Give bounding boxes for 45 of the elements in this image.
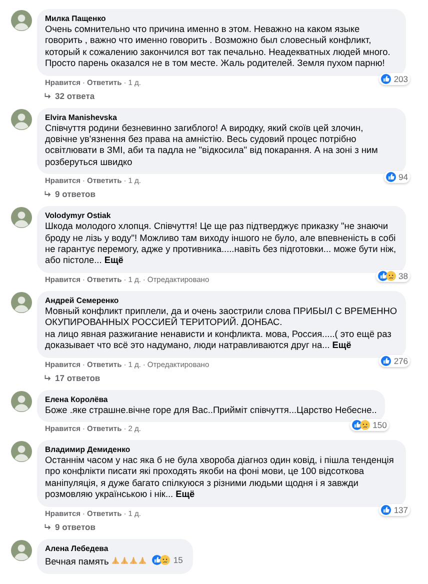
like-reaction-icon [352,420,362,430]
replies-link[interactable]: 32 ответа [37,88,95,102]
avatar-icon [11,108,32,130]
avatar-icon [11,292,32,313]
avatar-icon [11,207,32,228]
comment-text: Боже .яке страшне.вічне горе для Вас..Прийміт співчуття...Царство Небесне.. [45,404,377,416]
sad-reaction-icon [386,270,396,281]
see-more-link[interactable]: Ещё [176,489,195,500]
avatar-icon [11,440,32,462]
praying-hands-icon [129,556,138,566]
sad-reaction-icon [160,555,170,566]
reply-arrow-icon [43,190,52,200]
praying-hands-icon [120,556,130,566]
reaction-summary[interactable]: 38 [376,270,410,282]
comment-text: Останнім часом у нас яка б не була хвороба діагноз один ковід, і пішла тенденція про конфлікти писати які проходять якоби на фоні мови, це 100 відсоткова маніпуляція, я дуже багато спілкуюся з різними людьми щодня і я завжди розмовляю українською і нік... Ещё [45,454,395,501]
like-reaction-icon [380,356,391,366]
avatar-icon [11,540,32,561]
reaction-summary[interactable]: 94 [384,171,410,184]
comment-text: Мовный конфликт приплели, да и очень заострили слова ПРИБЫЛ С ВРЕМЕННО ОКУПИРОВАННЫХ РОССИЕЙ ТЕРИТОРИЙ. ДОНБАС. на лицо явная разжигание ненависти и конфликта. мова, Россия.....( это ещё раз доказывает что всё это надумано, люди натравливаются друг на... Ещё [45,306,398,352]
praying-hands-icon [138,556,148,566]
reaction-summary[interactable]: 150 [350,418,389,431]
reaction-summary[interactable]: 15 [150,554,185,567]
reaction-summary[interactable]: 276 [378,354,410,366]
replies-link[interactable]: 9 ответов [37,186,96,200]
replies-link[interactable]: 9 ответов [37,518,96,533]
avatar-icon [11,390,32,412]
comment-text: Шкода молодого хлопця. Співчуття! Це ще раз підтверджує приказку "не знаючи броду не лізь у воду"! Можливо там виходу іншого не було, але впевненість в собі не гарантує перемогу, адже у противника.....навіть без підготовки... може бути ніж, або пістоле... Ещё [45,221,398,267]
sad-reaction-icon [360,420,370,430]
reaction-summary[interactable]: 203 [378,72,410,85]
avatar-icon [11,10,32,31]
like-reaction-icon [380,504,391,515]
replies-link[interactable]: 17 ответов [37,370,100,384]
reply-arrow-icon [43,374,52,382]
see-more-link[interactable]: Ещё [104,255,124,266]
reply-arrow-icon [43,522,52,532]
see-more-link[interactable]: Ещё [332,340,352,350]
like-reaction-icon [386,172,396,182]
reaction-summary[interactable]: 137 [378,504,410,516]
comment-text: Вечная память 15 [45,554,185,568]
like-reaction-icon [380,74,391,84]
reply-arrow-icon [43,92,52,101]
comment-text: Очень сомнительно что причина именно в этом. Неважно на каком языке говорить , важно что именно говорить . Возможно был словесный конфликт, который к сожалению закончился вот так печально. Неадекватных людей много. Просто парень оказался не в том месте. Жаль родителей. Земля пухом парню! [45,24,392,70]
praying-hands-icon [111,556,120,566]
like-reaction-icon [378,270,388,281]
comment-text: Співчуття родини безневинно загиблого! А виродку, який скоїв цей злочин, довічне ув'язнення без права на амністію. Весь судовий процес потрібно освітлювати в ЗМІ, аби та падла не "відкосила" від покарання. А на зоні з ним розберуться швидко [45,122,379,168]
